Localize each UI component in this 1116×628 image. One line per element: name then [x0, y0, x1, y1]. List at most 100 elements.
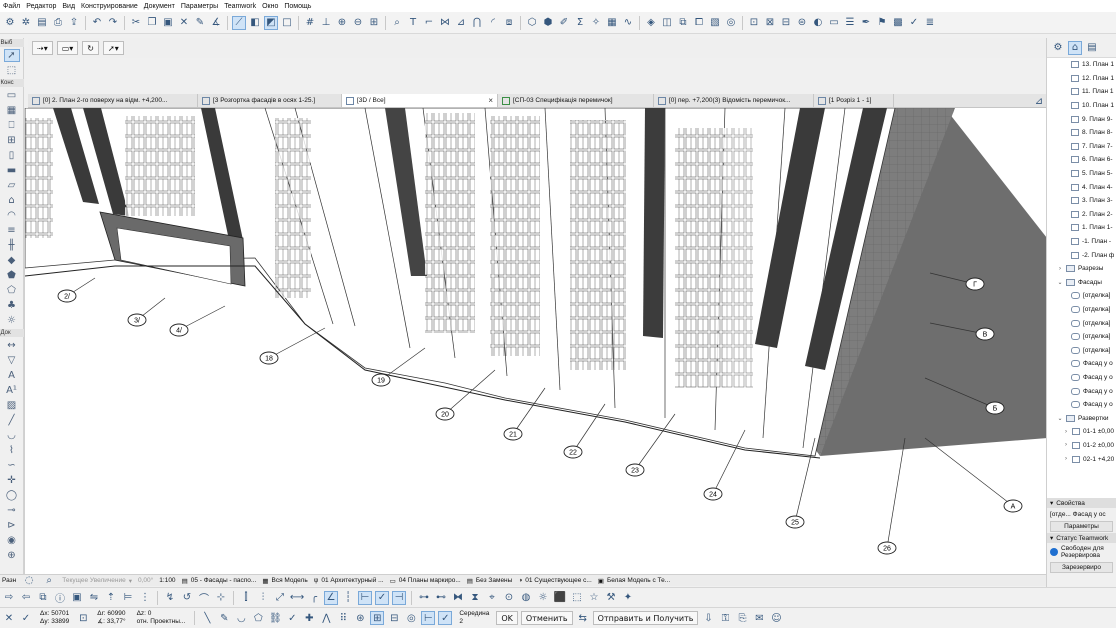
hotspot-tool-icon[interactable]: ✛	[4, 474, 20, 487]
undo-icon[interactable]: ↶	[90, 16, 104, 30]
resize-icon[interactable]: ⤢	[273, 591, 287, 605]
pen-sets-icon[interactable]: ✒	[859, 16, 873, 30]
chevron-down-icon[interactable]: ⌄	[1057, 279, 1063, 286]
arrow-right-icon[interactable]: ⇨	[2, 591, 16, 605]
line-tool-icon[interactable]: ╱	[4, 414, 20, 427]
line-style-icon[interactable]: ╲	[200, 611, 214, 625]
tangent-icon[interactable]: ◎	[404, 611, 418, 625]
shell-tool-icon[interactable]: ◠	[4, 209, 20, 222]
beam-tool-icon[interactable]: ▬	[4, 164, 20, 177]
palette-icon[interactable]: ◐	[811, 16, 825, 30]
sum-icon[interactable]: Σ	[573, 16, 587, 30]
reserve-button[interactable]: Зарезервиро	[1050, 562, 1113, 573]
render-icon[interactable]: ◍	[519, 591, 533, 605]
navigator-item[interactable]: › 01-1 ±0,00	[1047, 425, 1116, 439]
snap-on-icon[interactable]: ⊢	[421, 611, 436, 625]
selection-method-button[interactable]: ⇢▾	[32, 41, 53, 55]
close-icon[interactable]: ×	[488, 96, 493, 105]
grid-snap-icon[interactable]: ⊣	[392, 590, 406, 605]
pen-icon[interactable]: ✎	[217, 611, 231, 625]
copy-icon[interactable]: ❐	[145, 16, 159, 30]
attributes-icon[interactable]: ⚑	[875, 16, 889, 30]
delta-r[interactable]: Δr: 60990 ∡: 33,77°	[97, 610, 125, 626]
navigator-item[interactable]: Фасад у о	[1047, 384, 1116, 398]
checkmark-icon[interactable]: ✓	[19, 611, 33, 625]
teamwork-header[interactable]: ▾ Статус Teamwork	[1047, 533, 1116, 543]
trim-icon[interactable]: ⌐	[422, 16, 436, 30]
navigator-item[interactable]: 3. План 3-	[1047, 194, 1116, 208]
fillet-icon[interactable]: ◜	[486, 16, 500, 30]
print-icon[interactable]: ⎙	[51, 16, 65, 30]
intersect-icon[interactable]: ⋂	[470, 16, 484, 30]
publish-icon[interactable]: ⇪	[67, 16, 81, 30]
copy-icon[interactable]: ⧉	[36, 591, 50, 605]
guide-line-icon[interactable]: ⟋	[232, 15, 246, 30]
properties-header[interactable]: ▾ Свойства	[1047, 498, 1116, 508]
special-snap-icon[interactable]: ⊛	[353, 611, 367, 625]
scale-field[interactable]: 1:100	[159, 577, 175, 584]
zoom-field[interactable]: Текущее Увеличение ▾	[62, 577, 132, 585]
parameters-button[interactable]: Параметры	[1050, 521, 1113, 532]
rotate-button[interactable]: ↻	[82, 41, 99, 55]
curve-icon[interactable]: ∿	[621, 16, 635, 30]
navigator-item[interactable]: 1. План 1-	[1047, 221, 1116, 235]
chevron-down-icon[interactable]: ⌄	[1057, 415, 1063, 422]
pen-set-field[interactable]: ψ 01 Архитектурный ...	[314, 577, 384, 584]
navigator-item[interactable]: 13. План 1	[1047, 58, 1116, 72]
navigator-item[interactable]: › 02-1 +4,20	[1047, 452, 1116, 466]
arc-icon[interactable]: ◡	[234, 611, 248, 625]
table-icon[interactable]: ▦	[605, 16, 619, 30]
navigator-item[interactable]: 11. План 1	[1047, 85, 1116, 99]
roof-tool-icon[interactable]: ⌂	[4, 194, 20, 207]
marquee-tool-icon[interactable]: ⬚	[4, 64, 20, 77]
magic-wand-icon[interactable]: ✧	[589, 16, 603, 30]
navigator-item[interactable]: Фасад у о	[1047, 398, 1116, 412]
navigator-item[interactable]: [отделка]	[1047, 303, 1116, 317]
navigator-item[interactable]: ⌄ Фасады	[1047, 276, 1116, 290]
chevron-right-icon[interactable]: ›	[1063, 429, 1069, 435]
slab-tool-icon[interactable]: ▱	[4, 179, 20, 192]
menu-help[interactable]: Помощь	[284, 3, 311, 10]
info-icon[interactable]: ⓘ	[53, 591, 67, 605]
object-tool-icon[interactable]: ♣	[4, 299, 20, 312]
snap-guide-icon[interactable]: ◩	[264, 15, 278, 30]
label-tool-icon[interactable]: A¹	[4, 384, 20, 397]
lamp-tool-icon[interactable]: ☼	[4, 314, 20, 327]
offset-icon[interactable]: ⧈	[502, 16, 516, 30]
tab-lintel-list[interactable]: [0] пер. +7,200(3) Відомість перемичок..…	[654, 94, 814, 107]
redo-icon[interactable]: ↷	[106, 16, 120, 30]
list-icon[interactable]: ≣	[923, 16, 937, 30]
stretch-icon[interactable]: ⟷	[290, 591, 304, 605]
release-icon[interactable]: ⎘	[735, 611, 749, 625]
existing-field[interactable]: ◑ 01 Существующее с...	[518, 577, 591, 584]
navigator-item[interactable]: -2. План ф	[1047, 248, 1116, 262]
navigator-item[interactable]: 6. План 6-	[1047, 153, 1116, 167]
rotate-icon[interactable]: ↺	[180, 591, 194, 605]
cube-icon[interactable]: ⬛	[553, 591, 567, 605]
publisher-icon[interactable]: ⊠	[763, 16, 777, 30]
dotted-icon[interactable]: ┆	[341, 591, 355, 605]
teamwork-icon[interactable]: ⇆	[576, 611, 590, 625]
undo-zoom-icon[interactable]: ◌	[22, 575, 36, 586]
morph-tool-icon[interactable]: ⬟	[4, 269, 20, 282]
compare-icon[interactable]: ⧓	[451, 591, 465, 605]
delta-z[interactable]: Δz: 0 отн. Проектны...	[137, 610, 186, 626]
elevation-tool-icon[interactable]: ⊳	[4, 519, 20, 532]
markup-icon[interactable]: ✓	[907, 16, 921, 30]
worksheet-icon[interactable]: ▧	[708, 16, 722, 30]
gear-icon[interactable]: ⚙	[3, 16, 17, 30]
measure-icon[interactable]: ⊥	[319, 16, 333, 30]
angle-icon[interactable]: ∡	[209, 16, 223, 30]
model-style-field[interactable]: ▣ Белая Модель с Те...	[598, 577, 670, 585]
split-edit-icon[interactable]: ⫶	[256, 591, 270, 605]
layer-icon[interactable]: ◧	[248, 16, 262, 30]
navigator-item[interactable]: 10. План 1	[1047, 99, 1116, 113]
curve-edit-icon[interactable]: ⌒	[197, 591, 211, 605]
wire-icon[interactable]: ⬚	[570, 591, 584, 605]
fit-icon[interactable]: ⊞	[367, 16, 381, 30]
elevation-icon[interactable]: ⧉	[676, 16, 690, 30]
navigator-item[interactable]: Фасад у о	[1047, 357, 1116, 371]
zoom-out-icon[interactable]: ⊖	[351, 16, 365, 30]
view-map-field[interactable]: ▭ 04 Планы маркиро...	[390, 577, 461, 585]
user-icon[interactable]: ☺	[769, 611, 783, 625]
